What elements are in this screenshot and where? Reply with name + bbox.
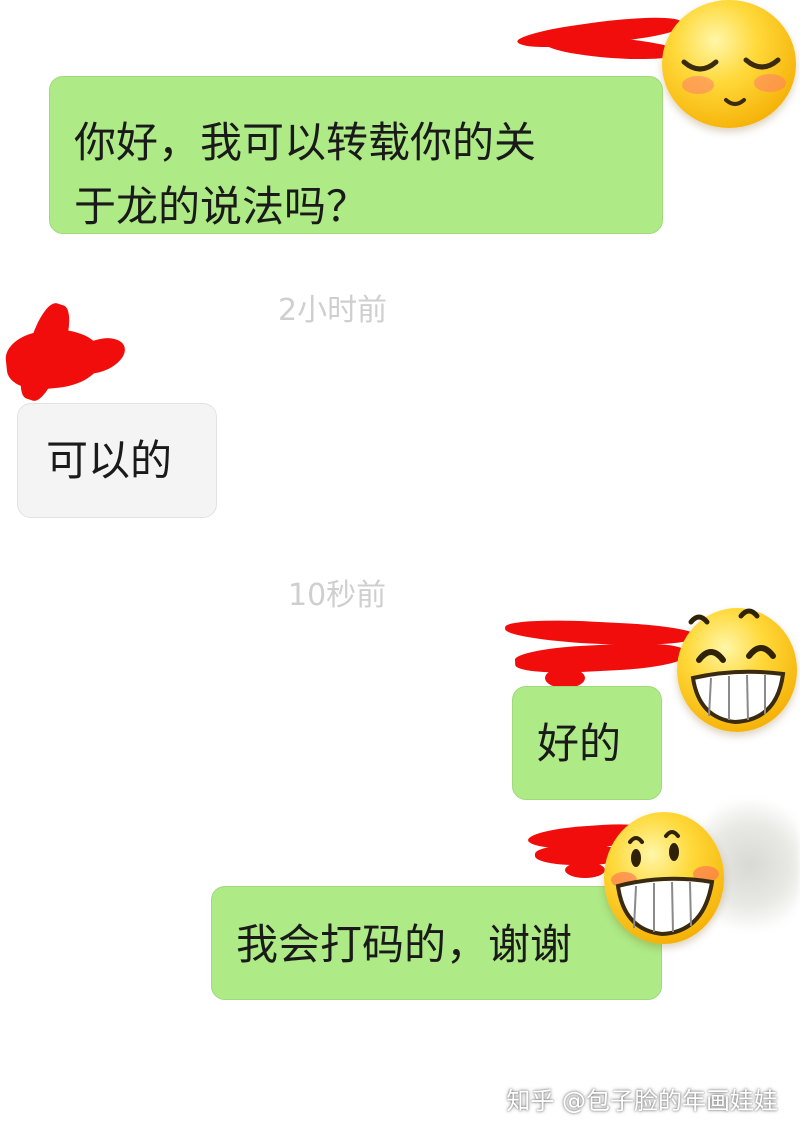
message-bubble-sent[interactable]: 你好，我可以转载你的关 于龙的说法吗？ [49, 76, 663, 234]
timestamp: 2小时前 [278, 293, 388, 328]
message-text-line: 你好，我可以转载你的关 [74, 118, 537, 167]
message-bubble-received[interactable]: 可以的 [17, 403, 217, 518]
timestamp: 10秒前 [288, 578, 387, 613]
message-bubble-sent[interactable]: 好的 [512, 686, 662, 800]
grin-emoji-icon [677, 608, 797, 732]
message-text-line: 于龙的说法吗？ [74, 182, 369, 231]
watermark: 知乎 @包子脸的年画娃娃 [506, 1087, 778, 1115]
blush-emoji-icon [662, 0, 796, 128]
grin-emoji-icon [604, 812, 724, 944]
message-text: 我会打码的，谢谢 [236, 920, 573, 969]
message-text: 好的 [537, 719, 622, 768]
message-bubble-sent[interactable]: 我会打码的，谢谢 [211, 886, 662, 1000]
message-text: 可以的 [46, 436, 173, 485]
